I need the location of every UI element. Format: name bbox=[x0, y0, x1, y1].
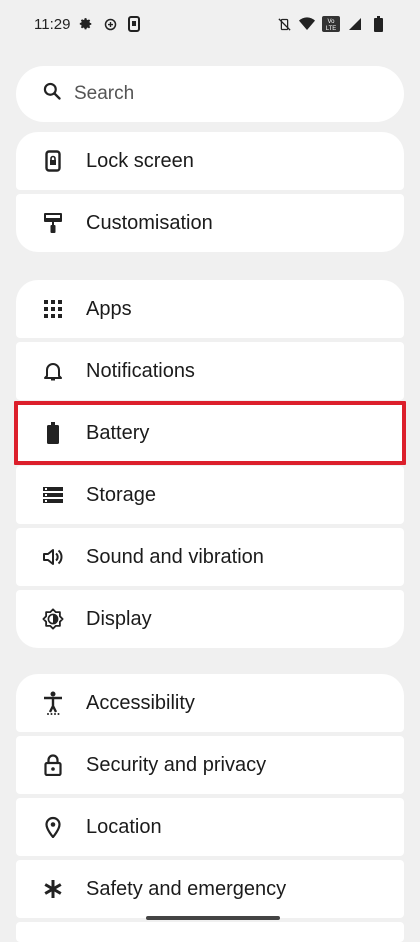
settings-item-label: Sound and vibration bbox=[86, 545, 264, 568]
paint-roller-icon bbox=[42, 212, 64, 234]
settings-item-display[interactable]: Display bbox=[16, 590, 404, 648]
settings-item-label: Lock screen bbox=[86, 149, 194, 172]
battery-icon bbox=[42, 422, 64, 444]
settings-item-storage[interactable]: Storage bbox=[16, 466, 404, 524]
settings-item-lock-screen[interactable]: Lock screen bbox=[16, 132, 404, 190]
settings-item-label: Apps bbox=[86, 297, 132, 320]
settings-item-label: Battery bbox=[86, 421, 150, 444]
home-gesture-bar[interactable] bbox=[146, 916, 280, 920]
search-bar[interactable]: Search bbox=[16, 66, 404, 122]
settings-item-accessibility[interactable]: Accessibility bbox=[16, 674, 404, 732]
brightness-icon bbox=[42, 608, 64, 630]
settings-item-partial bbox=[16, 922, 404, 942]
bell-icon bbox=[42, 360, 64, 382]
settings-item-label: Location bbox=[86, 815, 162, 838]
settings-item-battery[interactable]: Battery bbox=[16, 404, 404, 462]
settings-item-label: Display bbox=[86, 607, 152, 630]
settings-item-location[interactable]: Location bbox=[16, 798, 404, 856]
status-right: Vo LTE bbox=[276, 16, 386, 32]
screenshot-icon bbox=[126, 16, 142, 32]
padlock-icon bbox=[42, 754, 64, 776]
apps-grid-icon bbox=[42, 298, 64, 320]
location-pin-icon bbox=[42, 816, 64, 838]
signal-icon bbox=[347, 16, 363, 32]
settings-item-label: Accessibility bbox=[86, 691, 195, 714]
vibrate-off-icon bbox=[276, 16, 292, 32]
settings-item-notifications[interactable]: Notifications bbox=[16, 342, 404, 400]
svg-text:Vo: Vo bbox=[327, 19, 335, 25]
settings-item-label: Security and privacy bbox=[86, 753, 267, 776]
search-icon bbox=[42, 81, 74, 107]
wifi-icon bbox=[299, 16, 315, 32]
settings-item-security-and-privacy[interactable]: Security and privacy bbox=[16, 736, 404, 794]
speaker-icon bbox=[42, 546, 64, 568]
gear-icon bbox=[78, 16, 94, 32]
volte-icon: Vo LTE bbox=[322, 16, 340, 32]
asterisk-icon bbox=[42, 878, 64, 900]
settings-item-label: Storage bbox=[86, 483, 157, 506]
settings-item-label: Customisation bbox=[86, 211, 213, 234]
settings-item-safety-and-emergency[interactable]: Safety and emergency bbox=[16, 860, 404, 918]
settings-item-apps[interactable]: Apps bbox=[16, 280, 404, 338]
settings-item-label: Notifications bbox=[86, 359, 195, 382]
lock-screen-icon bbox=[42, 150, 64, 172]
data-saver-icon bbox=[102, 16, 118, 32]
battery-icon bbox=[370, 16, 386, 32]
settings-item-customisation[interactable]: Customisation bbox=[16, 194, 404, 252]
settings-item-label: Safety and emergency bbox=[86, 877, 287, 900]
accessibility-icon bbox=[42, 691, 64, 715]
status-bar: 11:29 Vo LTE bbox=[0, 0, 420, 48]
search-placeholder: Search bbox=[74, 83, 135, 104]
settings-item-sound-and-vibration[interactable]: Sound and vibration bbox=[16, 528, 404, 586]
status-left: 11:29 bbox=[34, 16, 142, 33]
svg-text:LTE: LTE bbox=[326, 26, 337, 32]
storage-icon bbox=[42, 484, 64, 506]
status-time: 11:29 bbox=[34, 15, 71, 33]
